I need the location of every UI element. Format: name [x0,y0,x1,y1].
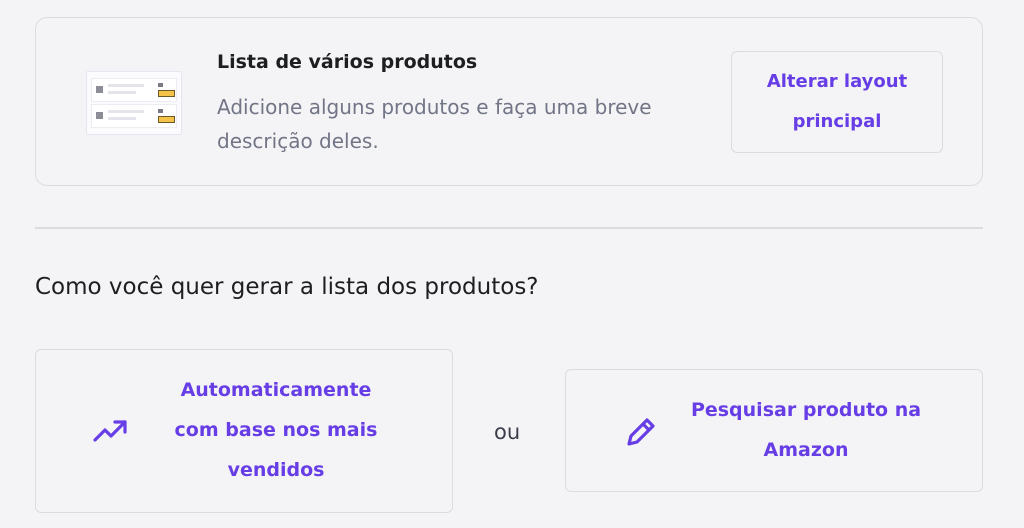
search-amazon-option[interactable]: Pesquisar produto na Amazon [565,369,983,492]
layout-description: Adicione alguns produtos e faça uma brev… [217,95,652,153]
auto-generate-label: Automaticamente com base nos mais vendid… [174,379,378,481]
thumb-row [91,78,177,102]
change-layout-button[interactable]: Alterar layout principal [731,51,943,153]
question-heading: Como você quer gerar a lista dos produto… [35,274,539,300]
layout-card: Lista de vários produtos Adicione alguns… [35,17,983,186]
auto-generate-option[interactable]: Automaticamente com base nos mais vendid… [35,349,453,513]
or-separator: ou [494,420,521,444]
page: Lista de vários produtos Adicione alguns… [0,0,1024,528]
trending-up-icon [93,418,129,450]
search-amazon-label: Pesquisar produto na Amazon [690,399,922,461]
divider [35,227,983,229]
thumb-row [91,104,177,128]
layout-title: Lista de vários produtos [217,51,478,73]
pencil-icon [623,414,659,454]
product-list-layout-icon [86,71,182,135]
